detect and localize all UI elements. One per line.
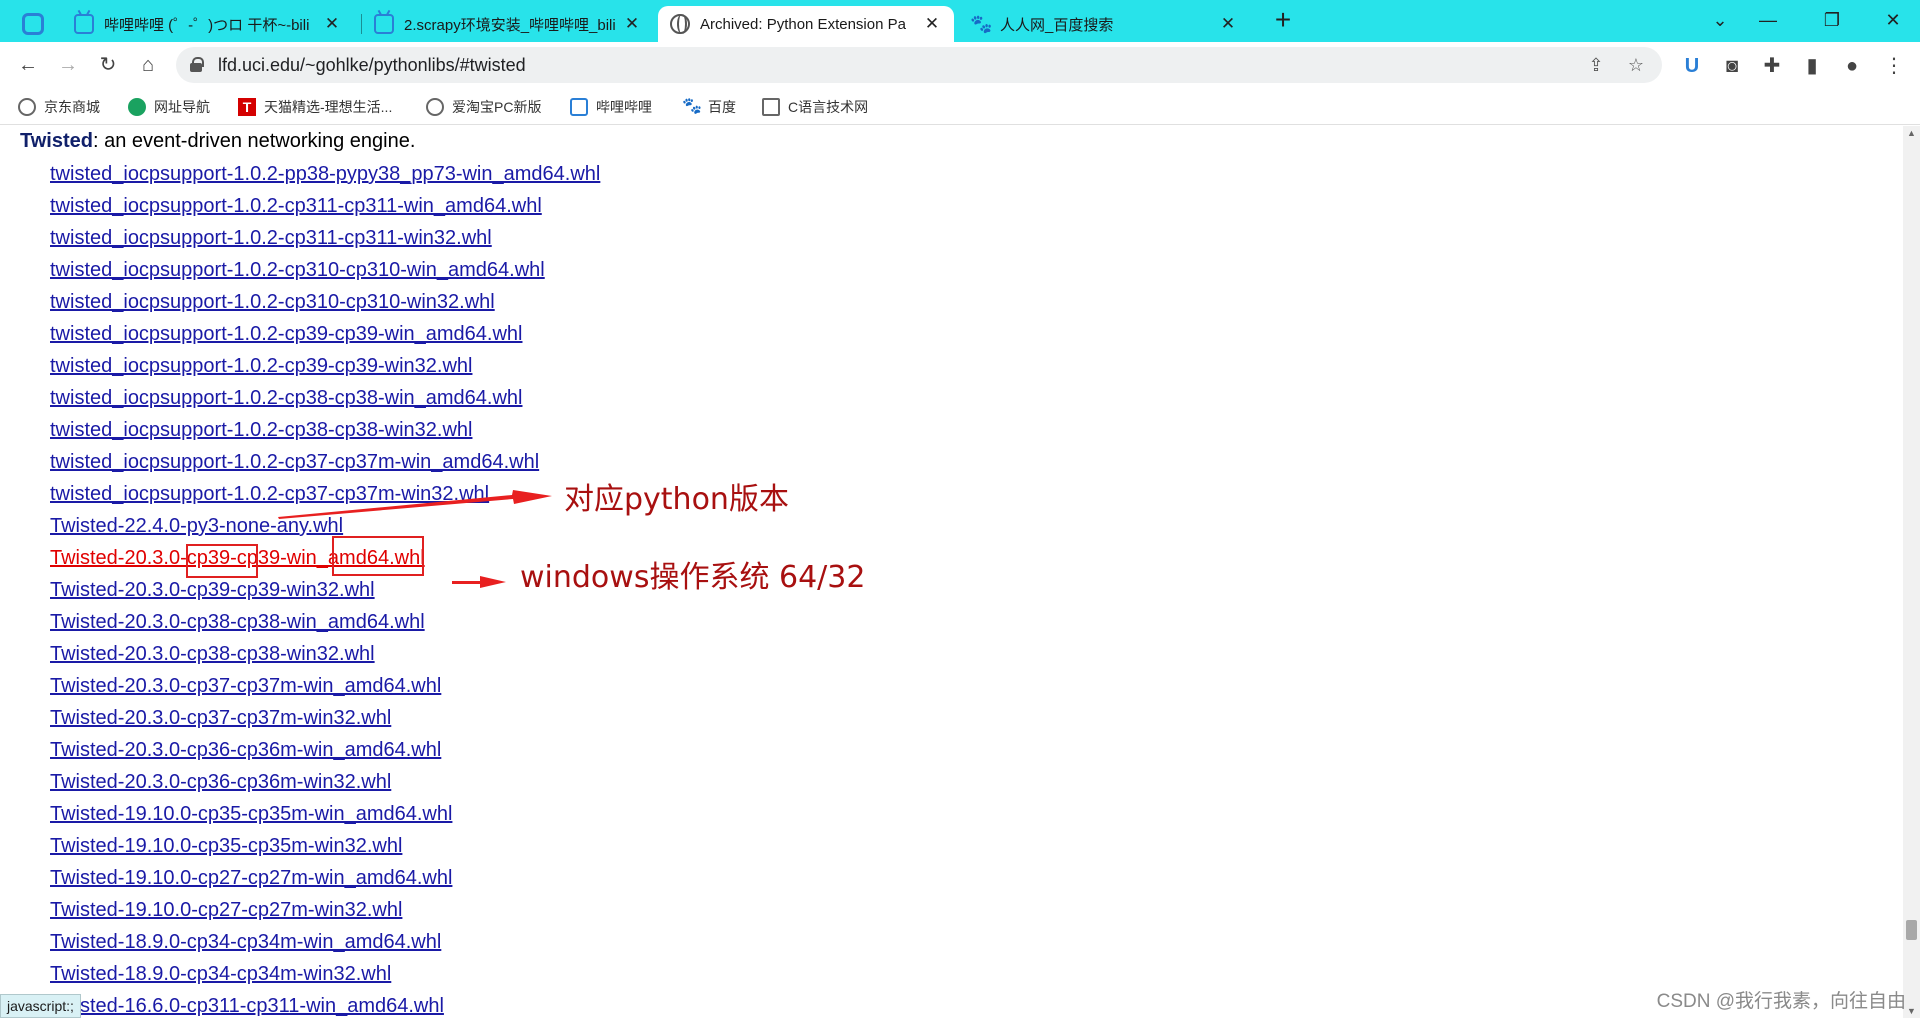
package-download-link[interactable]: Twisted-16.6.0-cp311-cp311-win_amd64.whl xyxy=(50,992,600,1018)
menu-kebab-icon[interactable]: ⋮ xyxy=(1880,52,1908,80)
tab-python-extension-packages[interactable]: Archived: Python Extension Pa ✕ xyxy=(658,6,954,42)
close-tab-icon[interactable]: ✕ xyxy=(922,14,942,34)
green-leaf-icon xyxy=(128,98,146,116)
tab-title: 人人网_百度搜索 xyxy=(1000,16,1114,34)
bookmark-nav[interactable]: 网址导航 xyxy=(128,95,210,119)
baidu-paw-icon: 🐾 xyxy=(970,14,993,34)
package-download-link[interactable]: twisted_iocpsupport-1.0.2-cp39-cp39-win3… xyxy=(50,352,600,384)
bilibili-icon xyxy=(570,98,588,116)
extension-u-icon[interactable]: U xyxy=(1678,52,1706,80)
tmall-icon: T xyxy=(238,98,256,116)
tab-scrapy-video[interactable]: 2.scrapy环境安装_哔哩哔哩_bili ✕ xyxy=(362,6,654,42)
section-description: : an event-driven networking engine. xyxy=(92,130,416,152)
extensions-puzzle-icon[interactable]: ✚ xyxy=(1758,52,1786,80)
bookmark-baidu[interactable]: 🐾 百度 xyxy=(682,95,736,119)
new-tab-button[interactable]: + xyxy=(1266,4,1300,38)
package-download-link[interactable]: Twisted-20.3.0-cp37-cp37m-win_amd64.whl xyxy=(50,672,600,704)
tab-strip: 哔哩哔哩 (゜-゜)つロ 干杯~-bili ✕ 2.scrapy环境安装_哔哩哔… xyxy=(0,0,1920,42)
close-tab-icon[interactable]: ✕ xyxy=(1218,14,1238,34)
windows-arch-annotation: windows操作系统 64/32 xyxy=(520,560,866,595)
bilibili-icon xyxy=(374,14,394,34)
package-download-link[interactable]: Twisted-20.3.0-cp39-cp39-win32.whl xyxy=(50,576,600,608)
url-text[interactable]: lfd.uci.edu/~gohlke/pythonlibs/#twisted xyxy=(218,47,526,83)
bookmark-c-language[interactable]: C语言技术网 xyxy=(762,95,868,119)
tab-bilibili-home[interactable]: 哔哩哔哩 (゜-゜)つロ 干杯~-bili ✕ xyxy=(62,6,354,42)
tab-title: 2.scrapy环境安装_哔哩哔哩_bili xyxy=(404,16,616,34)
package-download-link[interactable]: Twisted-18.9.0-cp34-cp34m-win_amd64.whl xyxy=(50,928,600,960)
package-download-link[interactable]: Twisted-19.10.0-cp35-cp35m-win_amd64.whl xyxy=(50,800,600,832)
page-content: Twisted: an event-driven networking engi… xyxy=(0,126,1903,1018)
package-download-link[interactable]: Twisted-20.3.0-cp36-cp36m-win_amd64.whl xyxy=(50,736,600,768)
profile-avatar-icon[interactable]: ● xyxy=(1838,52,1866,80)
python-version-annotation: 对应python版本 xyxy=(564,482,789,517)
back-button[interactable]: ← xyxy=(12,49,44,81)
vertical-scrollbar[interactable]: ▲ ▼ xyxy=(1903,126,1920,1018)
package-download-link[interactable]: Twisted-19.10.0-cp35-cp35m-win32.whl xyxy=(50,832,600,864)
section-heading: Twisted: an event-driven networking engi… xyxy=(20,130,415,153)
package-download-link[interactable]: Twisted-20.3.0-cp38-cp38-win_amd64.whl xyxy=(50,608,600,640)
restore-button[interactable]: ❐ xyxy=(1808,0,1856,40)
bookmark-star-icon[interactable]: ☆ xyxy=(1624,53,1648,77)
status-bar: javascript:; xyxy=(0,994,81,1018)
csdn-watermark: CSDN @我行我素，向往自由 xyxy=(1656,991,1906,1012)
globe-icon xyxy=(18,98,36,116)
minimize-button[interactable]: — xyxy=(1744,0,1792,40)
package-list: twisted_iocpsupport-1.0.2-pp38-pypy38_pp… xyxy=(50,160,600,1018)
package-download-link[interactable]: twisted_iocpsupport-1.0.2-cp311-cp311-wi… xyxy=(50,224,600,256)
tab-title: 哔哩哔哩 (゜-゜)つロ 干杯~-bili xyxy=(104,16,310,34)
bookmark-bilibili[interactable]: 哔哩哔哩 xyxy=(570,95,652,119)
python-version-highlight-box xyxy=(186,544,258,578)
package-download-link[interactable]: twisted_iocpsupport-1.0.2-cp37-cp37m-win… xyxy=(50,480,600,512)
tab-baidu-search[interactable]: 🐾 人人网_百度搜索 ✕ xyxy=(958,6,1250,42)
tab-search-chevron-icon[interactable]: ⌄ xyxy=(1696,0,1744,40)
lock-icon[interactable] xyxy=(190,57,204,72)
package-download-link[interactable]: twisted_iocpsupport-1.0.2-cp310-cp310-wi… xyxy=(50,288,600,320)
bilibili-icon xyxy=(74,14,94,34)
bookmark-aitaobao[interactable]: 爱淘宝PC新版 xyxy=(426,95,541,119)
address-bar[interactable]: lfd.uci.edu/~gohlke/pythonlibs/#twisted … xyxy=(176,47,1662,83)
bookmarks-bar: 京东商城 网址导航 T 天猫精选-理想生活... 爱淘宝PC新版 哔哩哔哩 🐾 … xyxy=(0,88,1920,125)
side-panel-icon[interactable]: ▮ xyxy=(1798,52,1826,80)
bookmark-jd[interactable]: 京东商城 xyxy=(18,95,100,119)
package-download-link[interactable]: twisted_iocpsupport-1.0.2-cp38-cp38-win3… xyxy=(50,416,600,448)
globe-icon xyxy=(670,14,690,34)
home-button[interactable]: ⌂ xyxy=(132,49,164,81)
package-download-link[interactable]: twisted_iocpsupport-1.0.2-cp39-cp39-win_… xyxy=(50,320,600,352)
section-name: Twisted xyxy=(20,130,93,152)
package-download-link[interactable]: Twisted-20.3.0-cp39-cp39-win_amd64.whl xyxy=(50,544,600,576)
scrollbar-thumb[interactable] xyxy=(1906,920,1917,940)
package-download-link[interactable]: Twisted-20.3.0-cp38-cp38-win32.whl xyxy=(50,640,600,672)
bookmark-tmall[interactable]: T 天猫精选-理想生活... xyxy=(238,95,392,119)
package-download-link[interactable]: twisted_iocpsupport-1.0.2-pp38-pypy38_pp… xyxy=(50,160,600,192)
close-window-button[interactable]: ✕ xyxy=(1866,0,1920,40)
package-download-link[interactable]: Twisted-19.10.0-cp27-cp27m-win_amd64.whl xyxy=(50,864,600,896)
close-tab-icon[interactable]: ✕ xyxy=(322,14,342,34)
package-download-link[interactable]: twisted_iocpsupport-1.0.2-cp38-cp38-win_… xyxy=(50,384,600,416)
package-download-link[interactable]: Twisted-22.4.0-py3-none-any.whl xyxy=(50,512,600,544)
share-icon[interactable]: ⇪ xyxy=(1584,53,1608,77)
baidu-paw-icon: 🐾 xyxy=(682,98,702,115)
package-download-link[interactable]: twisted_iocpsupport-1.0.2-cp37-cp37m-win… xyxy=(50,448,600,480)
browser-window: 哔哩哔哩 (゜-゜)つロ 干杯~-bili ✕ 2.scrapy环境安装_哔哩哔… xyxy=(0,0,1920,1018)
browser-logo-icon[interactable] xyxy=(14,6,54,42)
package-download-link[interactable]: Twisted-19.10.0-cp27-cp27m-win32.whl xyxy=(50,896,600,928)
globe-icon xyxy=(426,98,444,116)
computer-icon xyxy=(762,98,780,116)
package-download-link[interactable]: Twisted-20.3.0-cp37-cp37m-win32.whl xyxy=(50,704,600,736)
scroll-up-arrow-icon[interactable]: ▲ xyxy=(1907,128,1916,138)
scroll-down-arrow-icon[interactable]: ▼ xyxy=(1907,1006,1916,1016)
package-download-link[interactable]: twisted_iocpsupport-1.0.2-cp311-cp311-wi… xyxy=(50,192,600,224)
browser-toolbar: ← → ↻ ⌂ lfd.uci.edu/~gohlke/pythonlibs/#… xyxy=(0,42,1920,88)
tab-title: Archived: Python Extension Pa xyxy=(700,15,906,33)
reload-button[interactable]: ↻ xyxy=(92,49,124,81)
arch-highlight-box xyxy=(332,536,424,576)
package-download-link[interactable]: Twisted-20.3.0-cp36-cp36m-win32.whl xyxy=(50,768,600,800)
forward-button[interactable]: → xyxy=(52,49,84,81)
close-tab-icon[interactable]: ✕ xyxy=(622,14,642,34)
package-download-link[interactable]: Twisted-18.9.0-cp34-cp34m-win32.whl xyxy=(50,960,600,992)
package-download-link[interactable]: twisted_iocpsupport-1.0.2-cp310-cp310-wi… xyxy=(50,256,600,288)
extension-game-icon[interactable]: ◙ xyxy=(1718,52,1746,80)
